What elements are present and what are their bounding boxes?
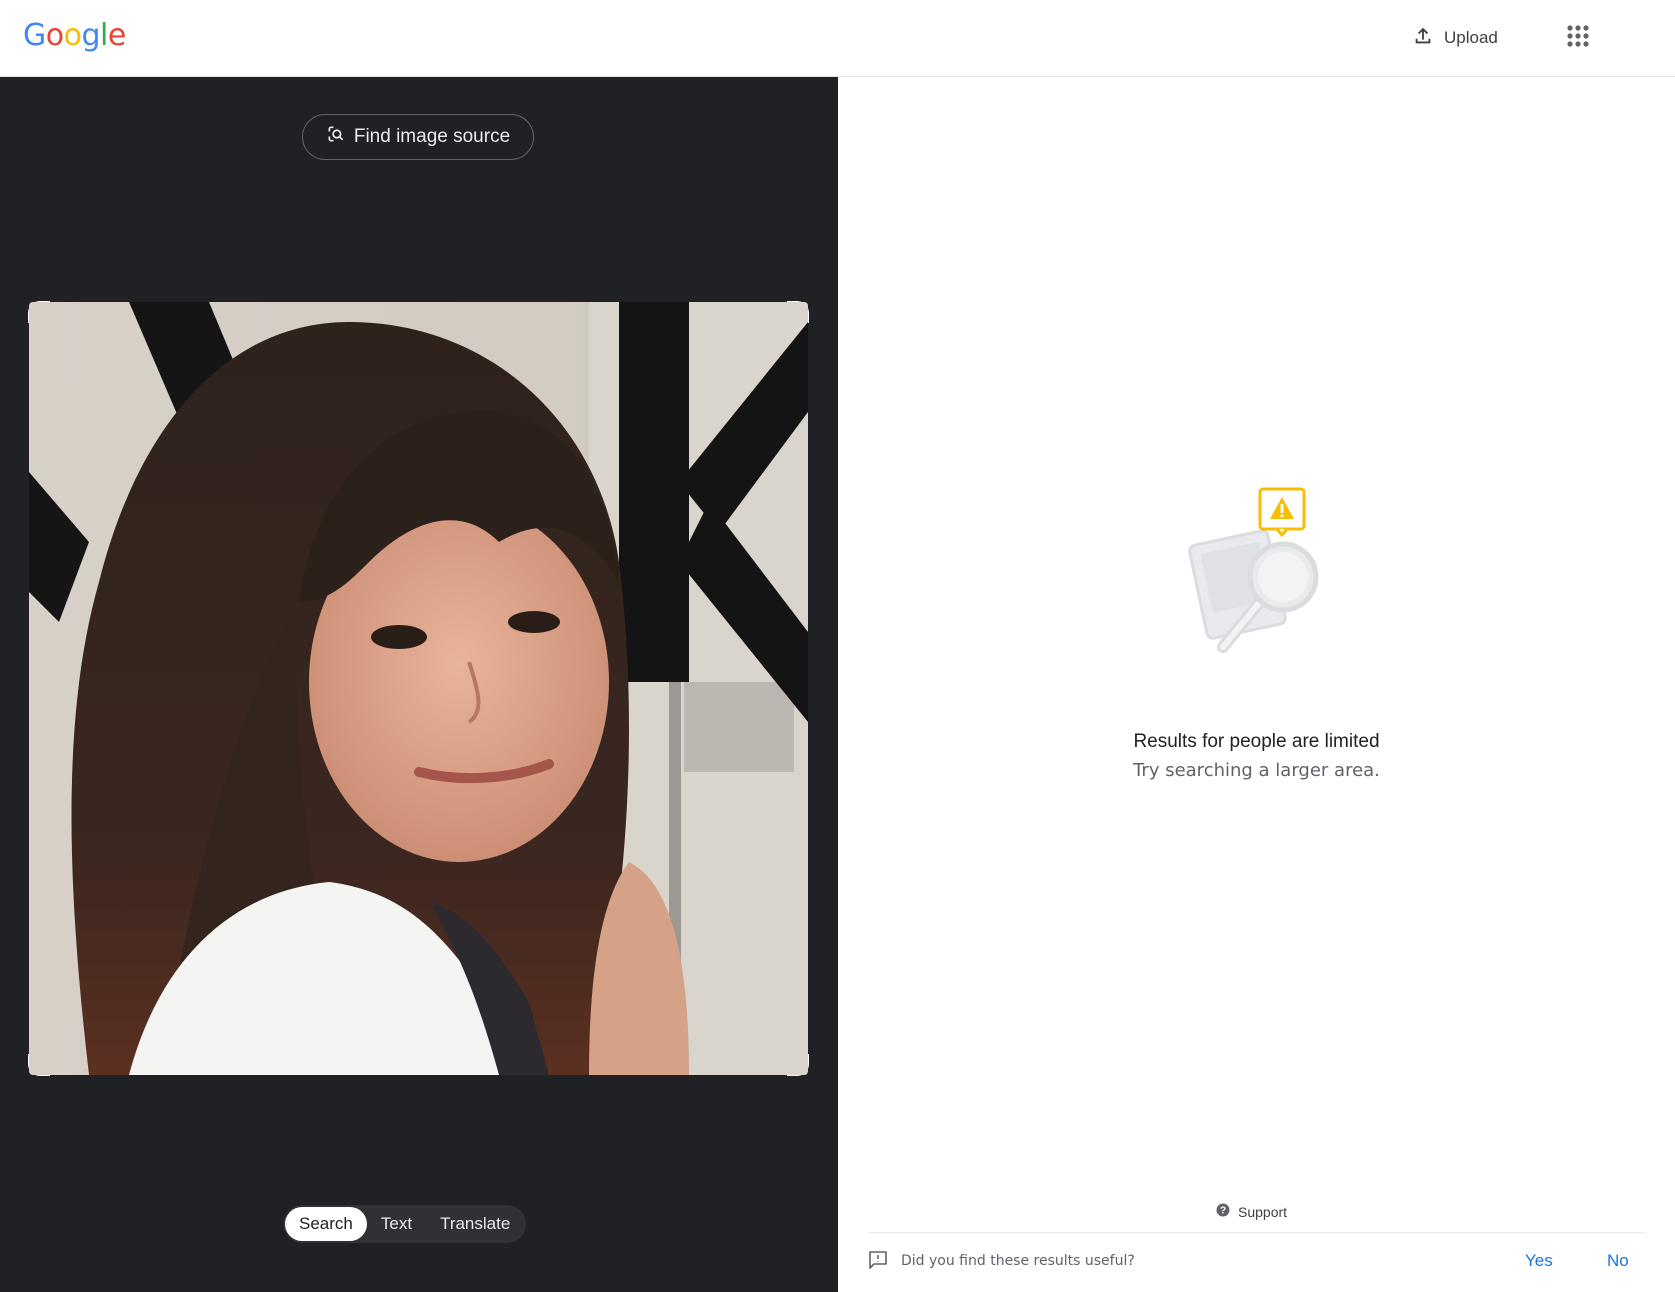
logo-letter: l: [100, 18, 108, 53]
divider: [868, 1232, 1645, 1233]
find-image-source-button[interactable]: Find image source: [302, 114, 534, 160]
query-image[interactable]: [29, 302, 808, 1075]
portrait-photo: [29, 302, 808, 1075]
logo-letter: e: [107, 18, 126, 53]
image-panel: Find image source Search Text Translate: [0, 77, 838, 1292]
top-bar: Google Upload: [0, 0, 1675, 77]
tab-translate[interactable]: Translate: [426, 1207, 524, 1241]
upload-button[interactable]: Upload: [1400, 18, 1510, 58]
lens-mode-tabs: Search Text Translate: [283, 1205, 527, 1243]
feedback-no-button[interactable]: No: [1607, 1251, 1629, 1271]
logo-letter: G: [23, 18, 46, 53]
feedback-yes-button[interactable]: Yes: [1525, 1251, 1553, 1271]
google-logo[interactable]: Google: [23, 18, 126, 53]
support-label: Support: [1238, 1203, 1288, 1220]
apps-grid-icon: [1567, 24, 1589, 52]
results-limited-subtitle: Try searching a larger area.: [1133, 760, 1380, 781]
upload-icon: [1412, 25, 1434, 52]
feedback-question: Did you find these results useful?: [901, 1253, 1135, 1269]
logo-letter: o: [63, 18, 82, 53]
results-limited-title: Results for people are limited: [1133, 731, 1380, 752]
svg-text:?: ?: [1220, 1206, 1226, 1217]
tab-text[interactable]: Text: [367, 1207, 426, 1241]
feedback-icon: [868, 1250, 888, 1275]
lens-search-icon: [326, 124, 346, 150]
support-link[interactable]: ? Support: [1216, 1203, 1287, 1220]
logo-letter: g: [81, 18, 101, 53]
find-image-source-label: Find image source: [353, 126, 511, 147]
logo-letter: o: [45, 18, 64, 53]
limited-results-warning-icon: [1178, 487, 1338, 667]
upload-label: Upload: [1444, 28, 1498, 47]
help-circle-icon: ?: [1216, 1203, 1230, 1220]
tab-search[interactable]: Search: [285, 1207, 367, 1241]
google-apps-button[interactable]: [1556, 16, 1600, 60]
results-panel: Results for people are limited Try searc…: [838, 77, 1675, 1292]
feedback-row: Did you find these results useful? Yes N…: [868, 1245, 1645, 1279]
